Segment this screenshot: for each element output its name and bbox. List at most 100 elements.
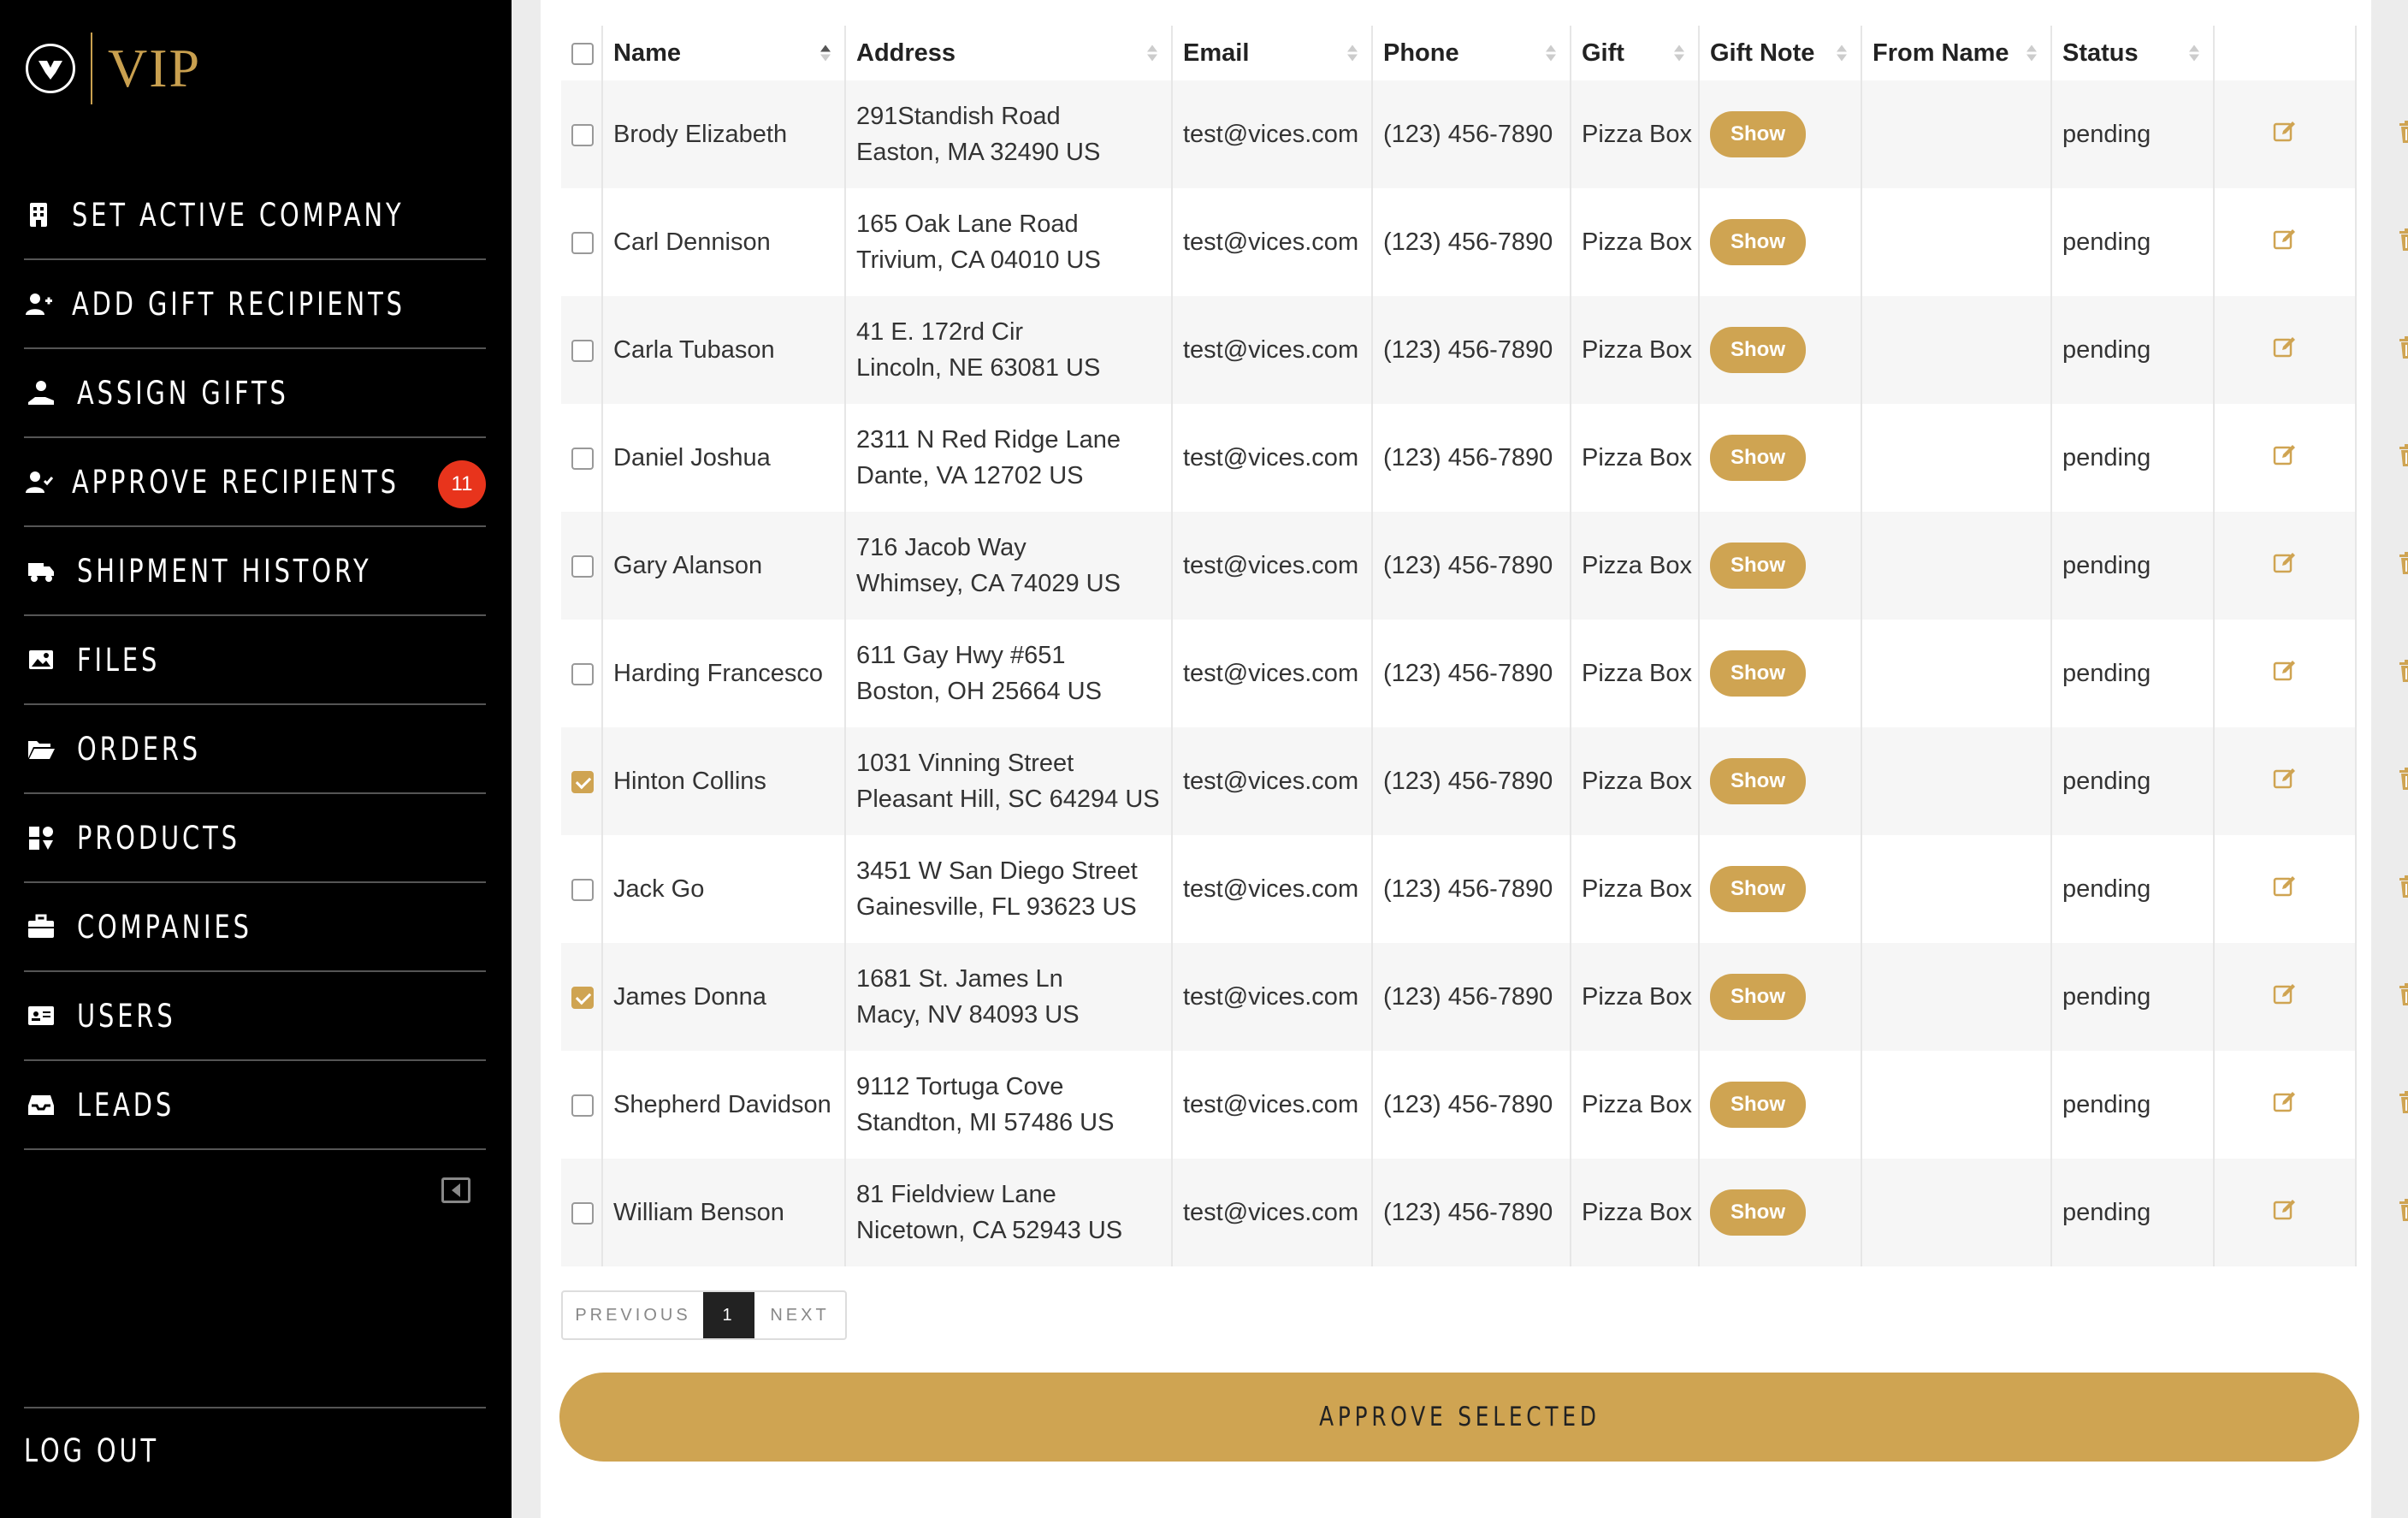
row-checkbox[interactable] xyxy=(571,555,594,578)
trash-icon[interactable] xyxy=(2391,977,2408,1011)
row-checkbox[interactable] xyxy=(571,124,594,147)
folder-open-icon xyxy=(24,732,58,766)
edit-icon[interactable] xyxy=(2268,222,2302,257)
logout-button[interactable]: LOG OUT xyxy=(24,1407,486,1492)
column-header-label: Name xyxy=(613,39,681,67)
gift-cell: Pizza Box xyxy=(1571,1159,1700,1266)
address-line-1: 716 Jacob Way xyxy=(856,534,1027,561)
sidebar-item-shipment-history[interactable]: SHIPMENT HISTORY xyxy=(24,527,486,616)
edit-icon[interactable] xyxy=(2268,330,2302,365)
row-checkbox[interactable] xyxy=(571,663,594,686)
row-select-cell xyxy=(561,404,603,512)
sidebar-item-files[interactable]: FILES xyxy=(24,616,486,705)
sidebar-item-add-gift-recipients[interactable]: ADD GIFT RECIPIENTS xyxy=(24,260,486,349)
column-header-address[interactable]: Address xyxy=(845,26,1173,80)
column-header-label: Gift Note xyxy=(1710,39,1815,67)
phone-cell: (123) 456-7890 xyxy=(1372,188,1571,296)
row-checkbox[interactable] xyxy=(571,771,594,794)
email-cell: test@vices.com xyxy=(1172,620,1373,727)
trash-icon[interactable] xyxy=(2391,1085,2408,1119)
gift-note-cell: Show xyxy=(1699,296,1862,404)
row-checkbox[interactable] xyxy=(571,1202,594,1225)
trash-icon[interactable] xyxy=(2391,115,2408,149)
previous-page-button[interactable]: PREVIOUS xyxy=(563,1292,703,1338)
column-header-status[interactable]: Status xyxy=(2051,26,2215,80)
show-gift-note-button[interactable]: Show xyxy=(1710,866,1806,912)
column-header-gift[interactable]: Gift xyxy=(1571,26,1700,80)
sort-icon xyxy=(1147,44,1157,62)
edit-icon[interactable] xyxy=(2268,1085,2302,1119)
column-header-label: Gift xyxy=(1582,39,1624,67)
row-checkbox[interactable] xyxy=(571,987,594,1010)
address-line-1: 41 E. 172rd Cir xyxy=(856,318,1024,346)
edit-icon[interactable] xyxy=(2268,977,2302,1011)
trash-icon[interactable] xyxy=(2391,546,2408,580)
sidebar-item-users[interactable]: USERS xyxy=(24,972,486,1061)
sidebar-item-label: FILES xyxy=(77,641,161,679)
show-gift-note-button[interactable]: Show xyxy=(1710,1189,1806,1236)
row-checkbox[interactable] xyxy=(571,448,594,471)
sidebar-item-orders[interactable]: ORDERS xyxy=(24,705,486,794)
edit-icon[interactable] xyxy=(2268,115,2302,149)
show-gift-note-button[interactable]: Show xyxy=(1710,974,1806,1020)
trash-icon[interactable] xyxy=(2391,869,2408,904)
trash-icon[interactable] xyxy=(2391,654,2408,688)
gift-cell: Pizza Box xyxy=(1571,835,1700,943)
sidebar-item-assign-gifts[interactable]: ASSIGN GIFTS xyxy=(24,349,486,438)
show-gift-note-button[interactable]: Show xyxy=(1710,650,1806,697)
main-content: Name Address Email Phone Gift Gift Note From N… xyxy=(541,0,2408,1518)
sidebar-item-set-active-company[interactable]: SET ACTIVE COMPANY xyxy=(24,171,486,260)
table-body: Brody Elizabeth 291Standish Road Easton, M… xyxy=(561,80,2408,1266)
column-header-from-name[interactable]: From Name xyxy=(1861,26,2052,80)
trash-icon[interactable] xyxy=(2391,438,2408,472)
column-header-gift-note[interactable]: Gift Note xyxy=(1699,26,1862,80)
approve-selected-button[interactable]: APPROVE SELECTED xyxy=(559,1373,2359,1462)
show-gift-note-button[interactable]: Show xyxy=(1710,327,1806,373)
row-checkbox[interactable] xyxy=(571,232,594,255)
sidebar-item-approve-recipients[interactable]: APPROVE RECIPIENTS 11 xyxy=(24,438,486,527)
sidebar-item-label: COMPANIES xyxy=(77,908,252,946)
show-gift-note-button[interactable]: Show xyxy=(1710,111,1806,157)
table-row: Carla Tubason 41 E. 172rd Cir Lincoln, NE … xyxy=(561,296,2408,404)
edit-icon[interactable] xyxy=(2268,869,2302,904)
address-line-2: Boston, OH 25664 US xyxy=(856,678,1102,705)
trash-icon[interactable] xyxy=(2391,1193,2408,1227)
name-cell: Carl Dennison xyxy=(602,188,846,296)
show-gift-note-button[interactable]: Show xyxy=(1710,219,1806,265)
edit-cell xyxy=(2214,1159,2357,1266)
edit-icon[interactable] xyxy=(2268,546,2302,580)
trash-icon[interactable] xyxy=(2391,222,2408,257)
table-row: William Benson 81 Fieldview Lane Nicetown,… xyxy=(561,1159,2408,1266)
name-cell: Jack Go xyxy=(602,835,846,943)
sidebar-item-companies[interactable]: COMPANIES xyxy=(24,883,486,972)
name-cell: William Benson xyxy=(602,1159,846,1266)
column-header-email[interactable]: Email xyxy=(1172,26,1373,80)
from-name-cell xyxy=(1861,835,2052,943)
row-checkbox[interactable] xyxy=(571,340,594,363)
column-header-name[interactable]: Name xyxy=(602,26,846,80)
row-checkbox[interactable] xyxy=(571,1094,594,1118)
edit-icon[interactable] xyxy=(2268,654,2302,688)
trash-icon[interactable] xyxy=(2391,330,2408,365)
show-gift-note-button[interactable]: Show xyxy=(1710,1082,1806,1128)
edit-icon[interactable] xyxy=(2268,762,2302,796)
sidebar-item-products[interactable]: PRODUCTS xyxy=(24,794,486,883)
brand-logo[interactable]: VIP xyxy=(26,33,201,104)
trash-icon[interactable] xyxy=(2391,762,2408,796)
sidebar-item-leads[interactable]: LEADS xyxy=(24,1061,486,1150)
edit-cell xyxy=(2214,1051,2357,1159)
gift-cell: Pizza Box xyxy=(1571,620,1700,727)
column-header-phone[interactable]: Phone xyxy=(1372,26,1571,80)
select-all-checkbox[interactable] xyxy=(571,42,594,65)
show-gift-note-button[interactable]: Show xyxy=(1710,435,1806,481)
sidebar-item-label: ADD GIFT RECIPIENTS xyxy=(72,285,405,323)
edit-icon[interactable] xyxy=(2268,1193,2302,1227)
row-checkbox[interactable] xyxy=(571,879,594,902)
show-gift-note-button[interactable]: Show xyxy=(1710,543,1806,589)
current-page-button[interactable]: 1 xyxy=(703,1292,754,1338)
status-cell: pending xyxy=(2051,512,2215,620)
show-gift-note-button[interactable]: Show xyxy=(1710,758,1806,804)
collapse-sidebar-icon[interactable] xyxy=(441,1177,470,1203)
next-page-button[interactable]: NEXT xyxy=(754,1292,845,1338)
edit-icon[interactable] xyxy=(2268,438,2302,472)
